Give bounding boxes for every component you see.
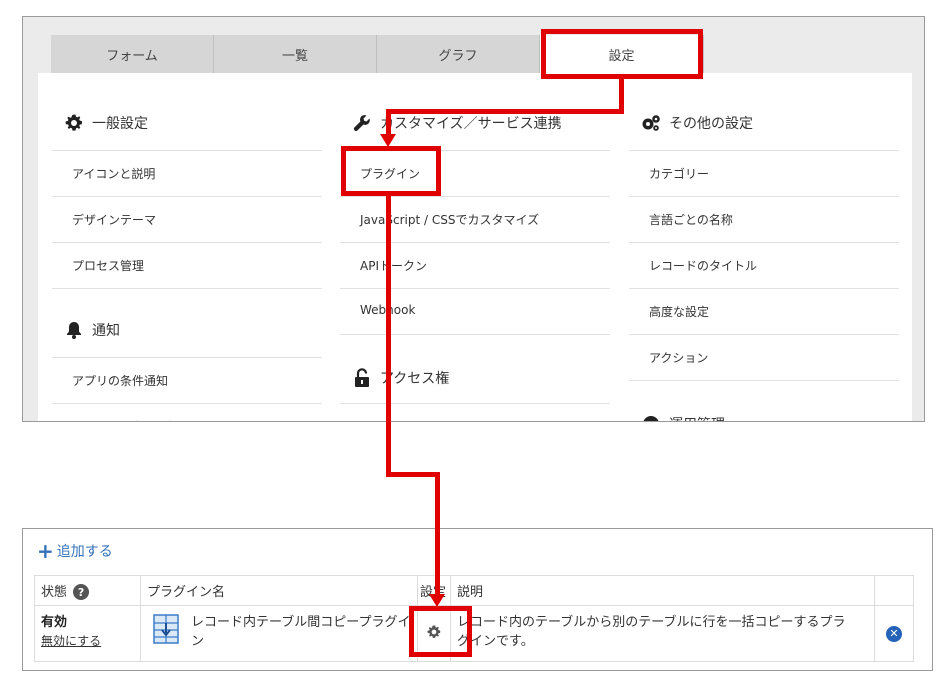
section-operations-title: 運用管理 [669,414,725,421]
remove-plugin-icon[interactable]: ✕ [886,625,902,642]
highlight-plugin-item [341,146,441,196]
section-general: 一般設定 [52,103,148,143]
connector-line [386,195,391,477]
column-header-status-label: 状態 [41,584,68,600]
menu-item-design-theme[interactable]: デザインテーマ [52,196,322,242]
remove-cell: ✕ [874,605,914,662]
connector-line [386,109,624,114]
section-customize-title: カスタマイズ／サービス連携 [380,116,562,132]
arrow-down-icon [380,134,396,147]
settings-menu: 一般設定 アイコンと説明 デザインテーマ プロセス管理 通知 アプリの条件通知 … [38,73,912,421]
disable-link[interactable]: 無効にする [41,632,134,649]
menu-item-webhook[interactable]: Webhook [340,288,610,334]
connector-line [386,472,440,477]
divider [52,288,322,308]
connector-line [435,472,440,597]
plugin-table-copy-icon [153,614,179,644]
tab-list[interactable]: 一覧 [214,35,377,73]
divider [340,334,610,354]
plugin-name-line2: ン [191,634,205,649]
menu-item-category[interactable]: カテゴリー [629,150,899,196]
divider [629,380,899,400]
section-other: その他の設定 [629,103,753,143]
menu-item-record-notifications[interactable]: レコードの条件通知 [52,403,322,421]
menu-item-icon-description[interactable]: アイコンと説明 [52,150,322,196]
menu-item-app-notifications[interactable]: アプリの条件通知 [52,357,322,403]
plugin-list-screenshot: + 追加する 状態? プラグイン名 設定 説明 有効 無効にする レコード内テー… [22,528,933,671]
arrow-down-icon [429,594,445,607]
highlight-settings-tab [541,29,703,79]
help-icon[interactable]: ? [73,584,90,601]
add-plugin-label: 追加する [56,544,113,560]
section-general-title: 一般設定 [92,116,148,132]
plugin-name-cell: レコード内テーブル間コピープラグイ ン [140,605,418,662]
status-enabled: 有効 [41,615,68,630]
menu-item-advanced-settings[interactable]: 高度な設定 [629,288,899,334]
status-cell: 有効 無効にする [34,605,141,662]
column-header-actions [874,575,914,606]
plus-icon: + [37,539,54,563]
plugin-table: 状態? プラグイン名 設定 説明 有効 無効にする レコード内テーブル間コピープ… [34,575,914,662]
wrench-icon [352,113,372,133]
connector-line [386,109,391,135]
table-header-row: 状態? プラグイン名 設定 説明 [34,575,914,606]
lock-icon [352,368,372,388]
app-settings-screenshot: フォーム 一覧 グラフ 設定 一般設定 アイコンと説明 デザインテーマ プロセス… [22,16,925,422]
menu-item-record-title[interactable]: レコードのタイトル [629,242,899,288]
column-header-description: 説明 [450,575,875,606]
bell-icon [64,320,84,340]
description-cell: レコード内のテーブルから別のテーブルに行を一括コピーするプラ グインです。 [450,605,875,662]
gears-icon [641,113,661,133]
description-line1: レコード内のテーブルから別のテーブルに行を一括コピーするプラ [457,615,846,630]
add-plugin-link[interactable]: + 追加する [37,541,113,561]
section-notifications: 通知 [52,310,120,350]
menu-item-app-permissions[interactable]: アプリ [340,403,610,421]
menu-item-js-css-customize[interactable]: JavaScript / CSSでカスタマイズ [340,196,610,242]
highlight-settings-gear [409,606,472,657]
table-row: 有効 無効にする レコード内テーブル間コピープラグイ ン レコード内のテーブルか… [34,605,914,662]
section-notifications-title: 通知 [92,323,120,339]
tab-form[interactable]: フォーム [51,35,214,73]
column-header-plugin-name: プラグイン名 [140,575,418,606]
section-other-title: その他の設定 [669,116,753,132]
gear-icon [641,414,661,421]
menu-item-process-management[interactable]: プロセス管理 [52,242,322,288]
section-access: アクセス権 [340,358,449,398]
plugin-name: レコード内テーブル間コピープラグイ ン [191,611,410,649]
menu-item-localized-names[interactable]: 言語ごとの名称 [629,196,899,242]
menu-item-api-token[interactable]: APIトークン [340,242,610,288]
gear-icon [64,113,84,133]
column-header-status: 状態? [34,575,141,606]
tab-graph[interactable]: グラフ [377,35,540,73]
section-operations: 運用管理 [629,404,725,421]
plugin-name-line1: レコード内テーブル間コピープラグイ [191,615,411,630]
menu-item-actions[interactable]: アクション [629,334,899,380]
